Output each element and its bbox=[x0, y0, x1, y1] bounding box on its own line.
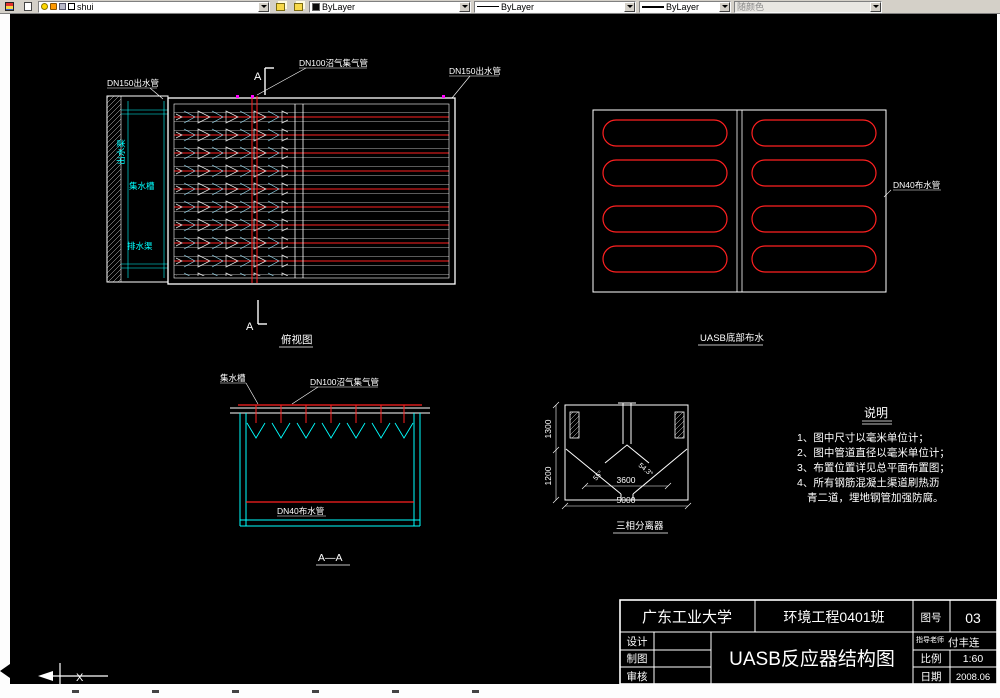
color-dropdown-arrow-button[interactable] bbox=[459, 1, 470, 12]
separator-detail-view: 1300 1200 3600 5000 55° 54.3° 三相分离器 bbox=[543, 401, 692, 534]
scale-value: 1:60 bbox=[963, 653, 984, 665]
chevron-down-icon bbox=[721, 5, 728, 8]
layers-icon bbox=[5, 2, 14, 11]
bottom-window-strip bbox=[0, 684, 1000, 698]
section-gas-label: DN100沼气集气管 bbox=[310, 377, 379, 387]
layer-lock-icon bbox=[59, 3, 66, 10]
section-aa-view: DN40布水管 集水槽 DN100沼气集气管 A—A bbox=[220, 373, 430, 566]
plan-drain-label: 排水渠 bbox=[127, 241, 153, 251]
section-tank-walls bbox=[239, 413, 421, 527]
layer-stack-icon bbox=[276, 2, 285, 11]
dim-5000: 5000 bbox=[617, 495, 636, 505]
plot-style-dropdown[interactable]: 随颜色 bbox=[734, 0, 882, 13]
ucs-x-label: X bbox=[76, 672, 84, 684]
title-block-class: 环境工程0401班 bbox=[783, 609, 884, 625]
plan-left-channel: 出水渠 集水槽 排水渠 bbox=[106, 95, 169, 283]
section-mark-a-top: A bbox=[254, 71, 262, 83]
date-label: 日期 bbox=[921, 671, 942, 683]
linetype-dropdown[interactable]: ByLayer bbox=[474, 0, 636, 13]
layer-on-bulb-icon bbox=[41, 3, 48, 10]
layer-previous-icon-button[interactable] bbox=[291, 1, 306, 12]
ucs-x-arrowhead-icon bbox=[38, 671, 53, 681]
object-properties-toolbar: shui ByLayer ByLayer ByLayer 随颜色 bbox=[0, 0, 1000, 14]
angle-right-label: 54.3° bbox=[637, 461, 655, 478]
distribution-view: DN40布水管 UASB底部布水 bbox=[592, 109, 941, 346]
notes-title: 说明 bbox=[864, 405, 888, 420]
advisor-label: 指导老师 bbox=[916, 635, 944, 644]
design-row-label: 设计 bbox=[627, 635, 648, 648]
scale-label: 比例 bbox=[921, 652, 942, 665]
drawing-canvas[interactable]: 出水渠 集水槽 排水渠 A A DN150出水管 DN100沼气集气管 DN15… bbox=[10, 14, 998, 685]
current-linetype-value: ByLayer bbox=[501, 1, 535, 12]
layer-previous-icon bbox=[294, 2, 303, 11]
plan-labels: DN150出水管 DN100沼气集气管 DN150出水管 bbox=[107, 58, 501, 100]
linetype-sample-icon bbox=[477, 6, 499, 7]
distribution-caption: UASB底部布水 bbox=[700, 332, 764, 344]
layer-color-swatch-icon bbox=[68, 3, 75, 10]
drawing-svg[interactable]: 出水渠 集水槽 排水渠 A A DN150出水管 DN100沼气集气管 DN15… bbox=[10, 14, 998, 685]
current-layer-name: shui bbox=[77, 1, 94, 12]
drawing-no-value: 03 bbox=[965, 610, 981, 626]
make-object-layer-current-icon-button[interactable] bbox=[273, 1, 288, 12]
chevron-down-icon bbox=[872, 5, 879, 8]
plan-gas-main-label: DN100沼气集气管 bbox=[299, 58, 368, 68]
note-line-1: 1、图中尺寸以毫米单位计； bbox=[797, 431, 929, 444]
title-block-university: 广东工业大学 bbox=[642, 609, 732, 626]
title-block: 广东工业大学 环境工程0401班 图号 03 设计 制图 审核 UASB反应器结… bbox=[619, 599, 998, 685]
current-plot-style-value: 随颜色 bbox=[737, 1, 765, 12]
date-value: 2008.06 bbox=[956, 672, 990, 683]
plan-view: 出水渠 集水槽 排水渠 A A DN150出水管 DN100沼气集气管 DN15… bbox=[106, 58, 501, 348]
layer-freeze-sun-icon bbox=[50, 3, 57, 10]
plan-channel-vertical-label: 出水渠 bbox=[116, 139, 126, 165]
plot-style-dropdown-arrow-button[interactable] bbox=[870, 1, 881, 12]
plan-outlet-left-label: DN150出水管 bbox=[107, 78, 159, 88]
layer-dropdown[interactable]: shui bbox=[38, 0, 270, 13]
drawing-title: UASB反应器结构图 bbox=[729, 648, 895, 670]
plan-outlet-right-label: DN150出水管 bbox=[449, 66, 501, 76]
plan-trough-label: 集水槽 bbox=[129, 181, 155, 191]
chevron-down-icon bbox=[260, 5, 267, 8]
separator-caption: 三相分离器 bbox=[616, 520, 664, 532]
sheet-icon bbox=[23, 2, 32, 11]
distribution-pipe-label: DN40布水管 bbox=[893, 180, 940, 190]
color-dropdown[interactable]: ByLayer bbox=[309, 0, 471, 13]
note-line-4: 4、所有钢筋混凝土渠道刷热沥 bbox=[797, 476, 939, 489]
current-lineweight-value: ByLayer bbox=[666, 1, 700, 12]
left-window-strip bbox=[0, 14, 10, 684]
current-color-value: ByLayer bbox=[322, 1, 356, 12]
dim-1300: 1300 bbox=[543, 419, 553, 438]
drawing-no-label: 图号 bbox=[921, 612, 942, 624]
current-color-swatch-icon bbox=[312, 2, 320, 11]
bottom-ruler-ticks bbox=[72, 690, 522, 693]
lineweight-sample-icon bbox=[642, 5, 664, 8]
dim-1200: 1200 bbox=[543, 466, 553, 485]
note-line-5: 青二道，埋地钢管加强防腐。 bbox=[807, 491, 944, 504]
distribution-pipe-loops bbox=[602, 119, 877, 273]
layer-properties-manager-icon-button[interactable] bbox=[2, 1, 17, 12]
cad-application-window: shui ByLayer ByLayer ByLayer 随颜色 出水渠 集水槽… bbox=[0, 0, 1000, 698]
plan-main-tank bbox=[167, 95, 456, 285]
plan-caption: 俯视图 bbox=[281, 333, 313, 346]
linetype-dropdown-arrow-button[interactable] bbox=[624, 1, 635, 12]
advisor-name: 付丰连 bbox=[948, 636, 980, 649]
layer-states-icon-button[interactable] bbox=[20, 1, 35, 12]
ucs-icon: X bbox=[38, 663, 108, 684]
chevron-down-icon bbox=[461, 5, 468, 8]
section-caption: A—A bbox=[318, 552, 343, 564]
section-funnels bbox=[246, 422, 414, 439]
lineweight-dropdown-arrow-button[interactable] bbox=[719, 1, 730, 12]
dim-3600: 3600 bbox=[617, 475, 636, 485]
note-line-3: 3、布置位置详见总平面布置图； bbox=[797, 461, 950, 474]
note-line-2: 2、图中管道直径以毫米单位计； bbox=[797, 446, 950, 459]
layer-dropdown-arrow-button[interactable] bbox=[258, 1, 269, 12]
lineweight-dropdown[interactable]: ByLayer bbox=[639, 0, 731, 13]
section-pipe-label: DN40布水管 bbox=[277, 506, 324, 516]
review-row-label: 审核 bbox=[627, 670, 648, 683]
draft-row-label: 制图 bbox=[627, 652, 648, 665]
notes: 说明 1、图中尺寸以毫米单位计； 2、图中管道直径以毫米单位计； 3、布置位置详… bbox=[797, 405, 950, 504]
chevron-down-icon bbox=[626, 5, 633, 8]
ucs-arrowhead-clipped-icon bbox=[0, 664, 10, 678]
section-trough-label: 集水槽 bbox=[220, 373, 246, 383]
section-mark-a-bottom: A bbox=[246, 321, 254, 333]
